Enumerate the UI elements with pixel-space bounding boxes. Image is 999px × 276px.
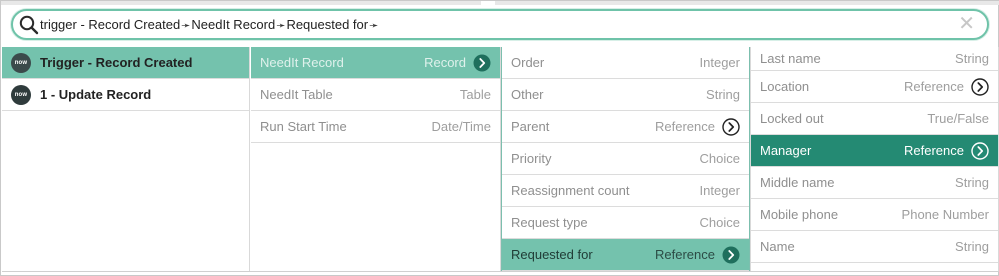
chevron-right-icon[interactable] — [971, 141, 989, 160]
field-row-parent[interactable]: Parent Reference — [502, 111, 749, 143]
step-row-trigger[interactable]: now Trigger - Record Created — [2, 47, 249, 79]
field-label: Middle name — [760, 175, 835, 190]
field-type: String — [955, 239, 989, 254]
field-type: Choice — [699, 151, 740, 166]
search-icon — [19, 15, 39, 35]
field-type: Integer — [699, 55, 740, 70]
field-type: String — [706, 87, 740, 102]
step-label: Trigger - Record Created — [40, 55, 193, 70]
now-logo-icon: now — [11, 52, 31, 73]
field-type: String — [955, 175, 989, 190]
field-type: Integer — [699, 183, 740, 198]
field-row-request-type[interactable]: Request type Choice — [502, 207, 749, 239]
chevron-right-icon[interactable] — [722, 246, 740, 264]
path-segment-trigger: trigger - Record Created — [40, 17, 181, 32]
field-row-requested-for[interactable]: Requested for Reference — [502, 239, 749, 271]
field-row-mobile-phone[interactable]: Mobile phone Phone Number — [751, 199, 998, 231]
field-label: Priority — [511, 151, 552, 166]
field-type: Reference — [904, 143, 964, 158]
path-separator-icon: ➛ — [181, 20, 191, 32]
field-type: Reference — [655, 119, 715, 134]
field-row-order[interactable]: Order Integer — [502, 47, 749, 79]
field-label: NeedIt Table — [260, 87, 333, 102]
chevron-right-icon[interactable] — [473, 54, 491, 72]
field-row-other[interactable]: Other String — [502, 79, 749, 111]
field-label: Mobile phone — [760, 207, 839, 222]
field-label: Name — [760, 239, 795, 254]
field-label: Other — [511, 87, 544, 102]
data-pill-picker: trigger - Record Created➛NeedIt Record➛R… — [0, 0, 999, 276]
field-row-name[interactable]: Name String — [751, 231, 998, 263]
field-row-last-name[interactable]: Last name String — [751, 47, 998, 71]
path-segment-record: NeedIt Record — [191, 17, 276, 32]
field-type: Choice — [699, 215, 740, 230]
field-row-needit-record[interactable]: NeedIt Record Record — [251, 47, 500, 79]
column-needit-fields: Order Integer Other String Parent Refere… — [501, 47, 750, 271]
field-type: String — [955, 51, 989, 66]
now-logo-icon: now — [11, 84, 31, 105]
field-type: Reference — [655, 247, 715, 262]
field-label: Run Start Time — [260, 119, 347, 134]
field-row-priority[interactable]: Priority Choice — [502, 143, 749, 175]
chevron-right-icon[interactable] — [971, 77, 989, 96]
field-type: Table — [459, 87, 491, 102]
clear-icon[interactable]: ✕ — [958, 13, 975, 35]
field-label: Order — [511, 55, 545, 70]
field-type: Phone Number — [901, 207, 989, 222]
top-divider — [1, 1, 999, 5]
field-row-middle-name[interactable]: Middle name String — [751, 167, 998, 199]
field-label: NeedIt Record — [260, 55, 344, 70]
column-user-fields: Last name String Location Reference Lock… — [750, 47, 999, 271]
field-type: True/False — [927, 111, 989, 126]
field-type: Record — [424, 55, 466, 70]
path-separator-icon: ➛ — [276, 20, 286, 32]
step-row-update-record[interactable]: now 1 - Update Record — [2, 79, 249, 111]
field-row-locked-out[interactable]: Locked out True/False — [751, 103, 998, 135]
field-label: Request type — [511, 215, 588, 230]
path-separator-icon: ➛ — [369, 20, 379, 32]
step-label: 1 - Update Record — [40, 87, 152, 102]
field-row-run-start-time[interactable]: Run Start Time Date/Time — [251, 111, 500, 143]
field-label: Locked out — [760, 111, 824, 126]
field-label: Manager — [760, 143, 812, 158]
column-trigger-outputs: NeedIt Record Record NeedIt Table Table … — [251, 47, 501, 271]
field-label: Location — [760, 79, 810, 94]
field-row-location[interactable]: Location Reference — [751, 71, 998, 103]
pill-path[interactable]: trigger - Record Created➛NeedIt Record➛R… — [40, 17, 379, 32]
field-row-reassignment-count[interactable]: Reassignment count Integer — [502, 175, 749, 207]
field-label: Reassignment count — [511, 183, 630, 198]
column-steps: now Trigger - Record Created now 1 - Upd… — [2, 47, 250, 271]
field-label: Last name — [760, 51, 821, 66]
chevron-right-icon[interactable] — [722, 117, 740, 136]
pill-search-field[interactable]: trigger - Record Created➛NeedIt Record➛R… — [11, 9, 989, 40]
field-label: Requested for — [511, 247, 593, 262]
field-label: Parent — [511, 119, 550, 134]
bottom-divider — [2, 271, 999, 272]
pill-columns: now Trigger - Record Created now 1 - Upd… — [2, 47, 999, 276]
field-type: Reference — [904, 79, 964, 94]
field-row-needit-table[interactable]: NeedIt Table Table — [251, 79, 500, 111]
path-segment-field: Requested for — [286, 17, 369, 32]
field-row-manager[interactable]: Manager Reference — [751, 135, 998, 167]
field-type: Date/Time — [431, 119, 491, 134]
